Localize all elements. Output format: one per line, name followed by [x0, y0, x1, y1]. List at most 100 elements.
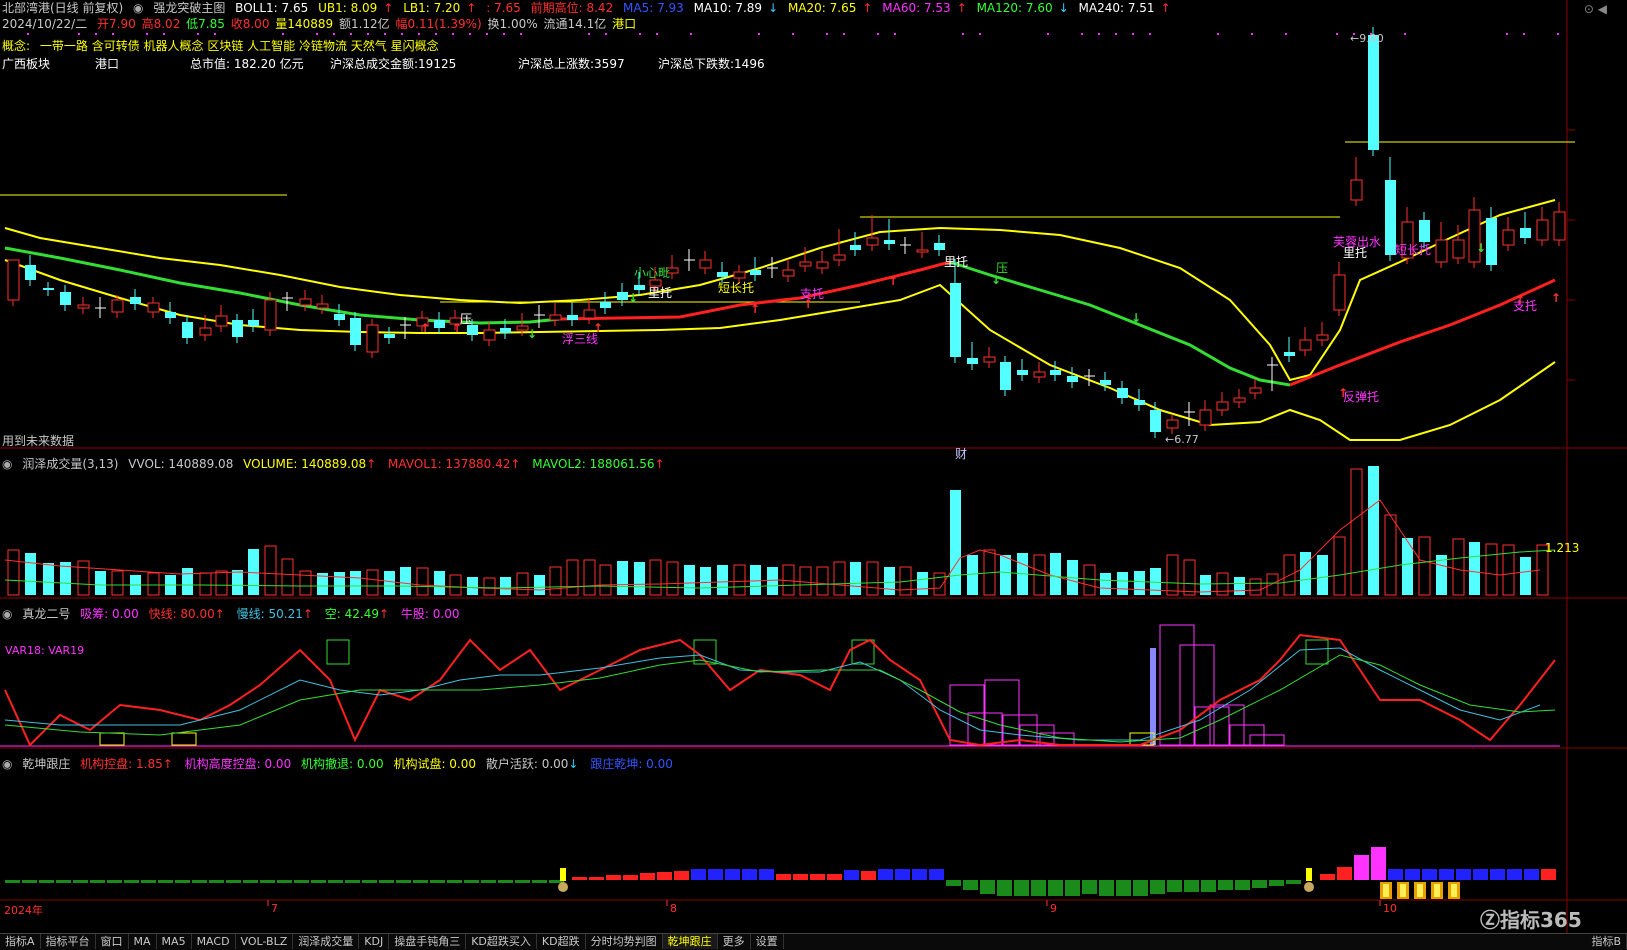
qiankun-bar: [22, 880, 37, 883]
qiankun-red-bar: [1541, 869, 1556, 880]
qiankun-green-bar: [1133, 880, 1148, 896]
tab-4[interactable]: MA5: [157, 934, 192, 949]
candle-down: [567, 315, 578, 320]
panel-toggle-icon[interactable]: ◉: [2, 757, 12, 771]
tab-8[interactable]: KDJ: [359, 934, 389, 949]
tab-10[interactable]: KD超跌买入: [466, 934, 537, 949]
qiankun-bar: [141, 880, 156, 883]
dragon-green-box: [1306, 640, 1328, 664]
candle-down: [60, 292, 71, 305]
volume-bar-down: [384, 571, 395, 595]
qiankun-blue-bar: [725, 869, 740, 880]
qiankun-yellow-bar: [1306, 868, 1312, 881]
tab-indicator-b[interactable]: 指标B: [1586, 934, 1627, 949]
candle-down: [130, 297, 141, 304]
signal-dot: [843, 33, 845, 35]
candle-up: [817, 262, 828, 268]
candle-down: [1017, 370, 1028, 375]
qiankun-blue-bar: [1490, 869, 1505, 880]
qiankun-green-bar: [1099, 880, 1114, 896]
fast-line-value: 快线: 80.00: [149, 607, 215, 621]
volume-bar-up: [1084, 565, 1095, 595]
signal-dot: [1098, 33, 1100, 35]
tab-14[interactable]: 更多: [718, 934, 751, 949]
tab-1[interactable]: 指标平台: [41, 934, 96, 949]
tab-11[interactable]: KD超跌: [537, 934, 586, 949]
volume-bar-up: [265, 546, 276, 595]
qiankun-green-bar: [1082, 880, 1097, 894]
candle-down: [617, 292, 628, 300]
signal-dot: [1336, 33, 1338, 35]
up-arrow-icon: ↑: [303, 607, 313, 621]
volume-bar-down: [1134, 571, 1145, 595]
ctrl-value: 机构控盘: 1.85: [80, 757, 163, 771]
panel-toggle-icon[interactable]: ◉: [2, 607, 12, 621]
tab-6[interactable]: VOL-BLZ: [236, 934, 294, 949]
volume-bar-up: [417, 568, 428, 595]
mavol2-value: MAVOL2: 188061.56: [532, 457, 654, 471]
candle-down: [1520, 228, 1531, 238]
tab-15[interactable]: 设置: [751, 934, 784, 949]
svg-text:←9.00: ←9.00: [1350, 32, 1384, 45]
qiankun-blue-bar: [1456, 869, 1471, 880]
signal-dot: [758, 33, 760, 35]
tab-9[interactable]: 操盘手钝角三: [389, 934, 466, 949]
signal-dot: [1149, 33, 1151, 35]
tab-2[interactable]: 窗口: [96, 934, 129, 949]
signal-dot: [503, 33, 505, 35]
svg-text:↑: ↑: [750, 302, 760, 316]
candle-down: [350, 318, 361, 345]
tab-0[interactable]: 指标A: [0, 934, 41, 949]
dragon-magenta-box: [1160, 625, 1194, 745]
volume-bar-down: [917, 572, 928, 595]
signal-dot: [1506, 33, 1508, 35]
signal-dot: [367, 33, 369, 35]
volume-bar-up: [800, 567, 811, 595]
volume-bar-up: [600, 565, 611, 595]
volume-bar-up: [650, 560, 661, 595]
candle-down: [232, 320, 243, 337]
signal-dot: [979, 33, 981, 35]
tab-7[interactable]: 润泽成交量: [293, 934, 359, 949]
dragon-magenta-box: [950, 685, 984, 745]
candle-up: [1167, 420, 1178, 428]
qiankun-bar: [5, 880, 20, 883]
volume-bar-up: [148, 573, 159, 595]
candle-down: [950, 283, 961, 357]
volume-bar-up: [1167, 555, 1178, 595]
volume-bar-up: [517, 573, 528, 595]
panel-toggle-icon[interactable]: ◉: [2, 457, 12, 471]
volume-bar-down: [850, 562, 861, 595]
candle-down: [384, 334, 395, 338]
qiankun-bar: [107, 880, 122, 883]
volume-bar-up: [1385, 515, 1396, 595]
chart-canvas[interactable]: ←9.00 ←6.77 小心毗 里托 短长托 压 支托 浮三线 里托 压 里托 …: [0, 0, 1627, 949]
candle-down: [434, 320, 445, 328]
volume-title[interactable]: 润泽成交量(3,13): [22, 457, 118, 471]
volume-bar-down: [634, 562, 645, 595]
time-label-year: 2024年: [4, 902, 43, 918]
bottom-tab-bar: 指标A 指标平台 窗口 MA MA5 MACD VOL-BLZ 润泽成交量 KDJ 操盘手钝角三 K…: [0, 933, 1627, 950]
tab-12[interactable]: 分时均势判图: [586, 934, 663, 949]
tab-3[interactable]: MA: [129, 934, 157, 949]
candle-up: [112, 300, 123, 312]
candle-up: [265, 300, 276, 330]
qiankun-green-bar: [1150, 880, 1165, 894]
svg-text:反弹托: 反弹托: [1343, 390, 1379, 404]
candle-down: [467, 325, 478, 335]
dragon-signal-box: [172, 733, 196, 745]
tab-5[interactable]: MACD: [192, 934, 236, 949]
volume-bar-up: [1453, 539, 1464, 595]
dragon-signal-box: [100, 733, 124, 745]
dragon-title[interactable]: 真龙二号: [22, 607, 70, 621]
candle-up: [834, 255, 845, 260]
qiankun-bar: [73, 880, 88, 883]
qiankun-title[interactable]: 乾坤跟庄: [22, 757, 70, 771]
signal-dot: [877, 33, 879, 35]
volume-value: VOLUME: 140889.08: [243, 457, 366, 471]
qiankun-blue-bar: [895, 869, 910, 880]
signal-dot: [112, 33, 114, 35]
down-arrow-icon: ↓: [568, 757, 578, 771]
tab-13[interactable]: 乾坤跟庄: [663, 934, 718, 949]
signal-dot: [1115, 33, 1117, 35]
